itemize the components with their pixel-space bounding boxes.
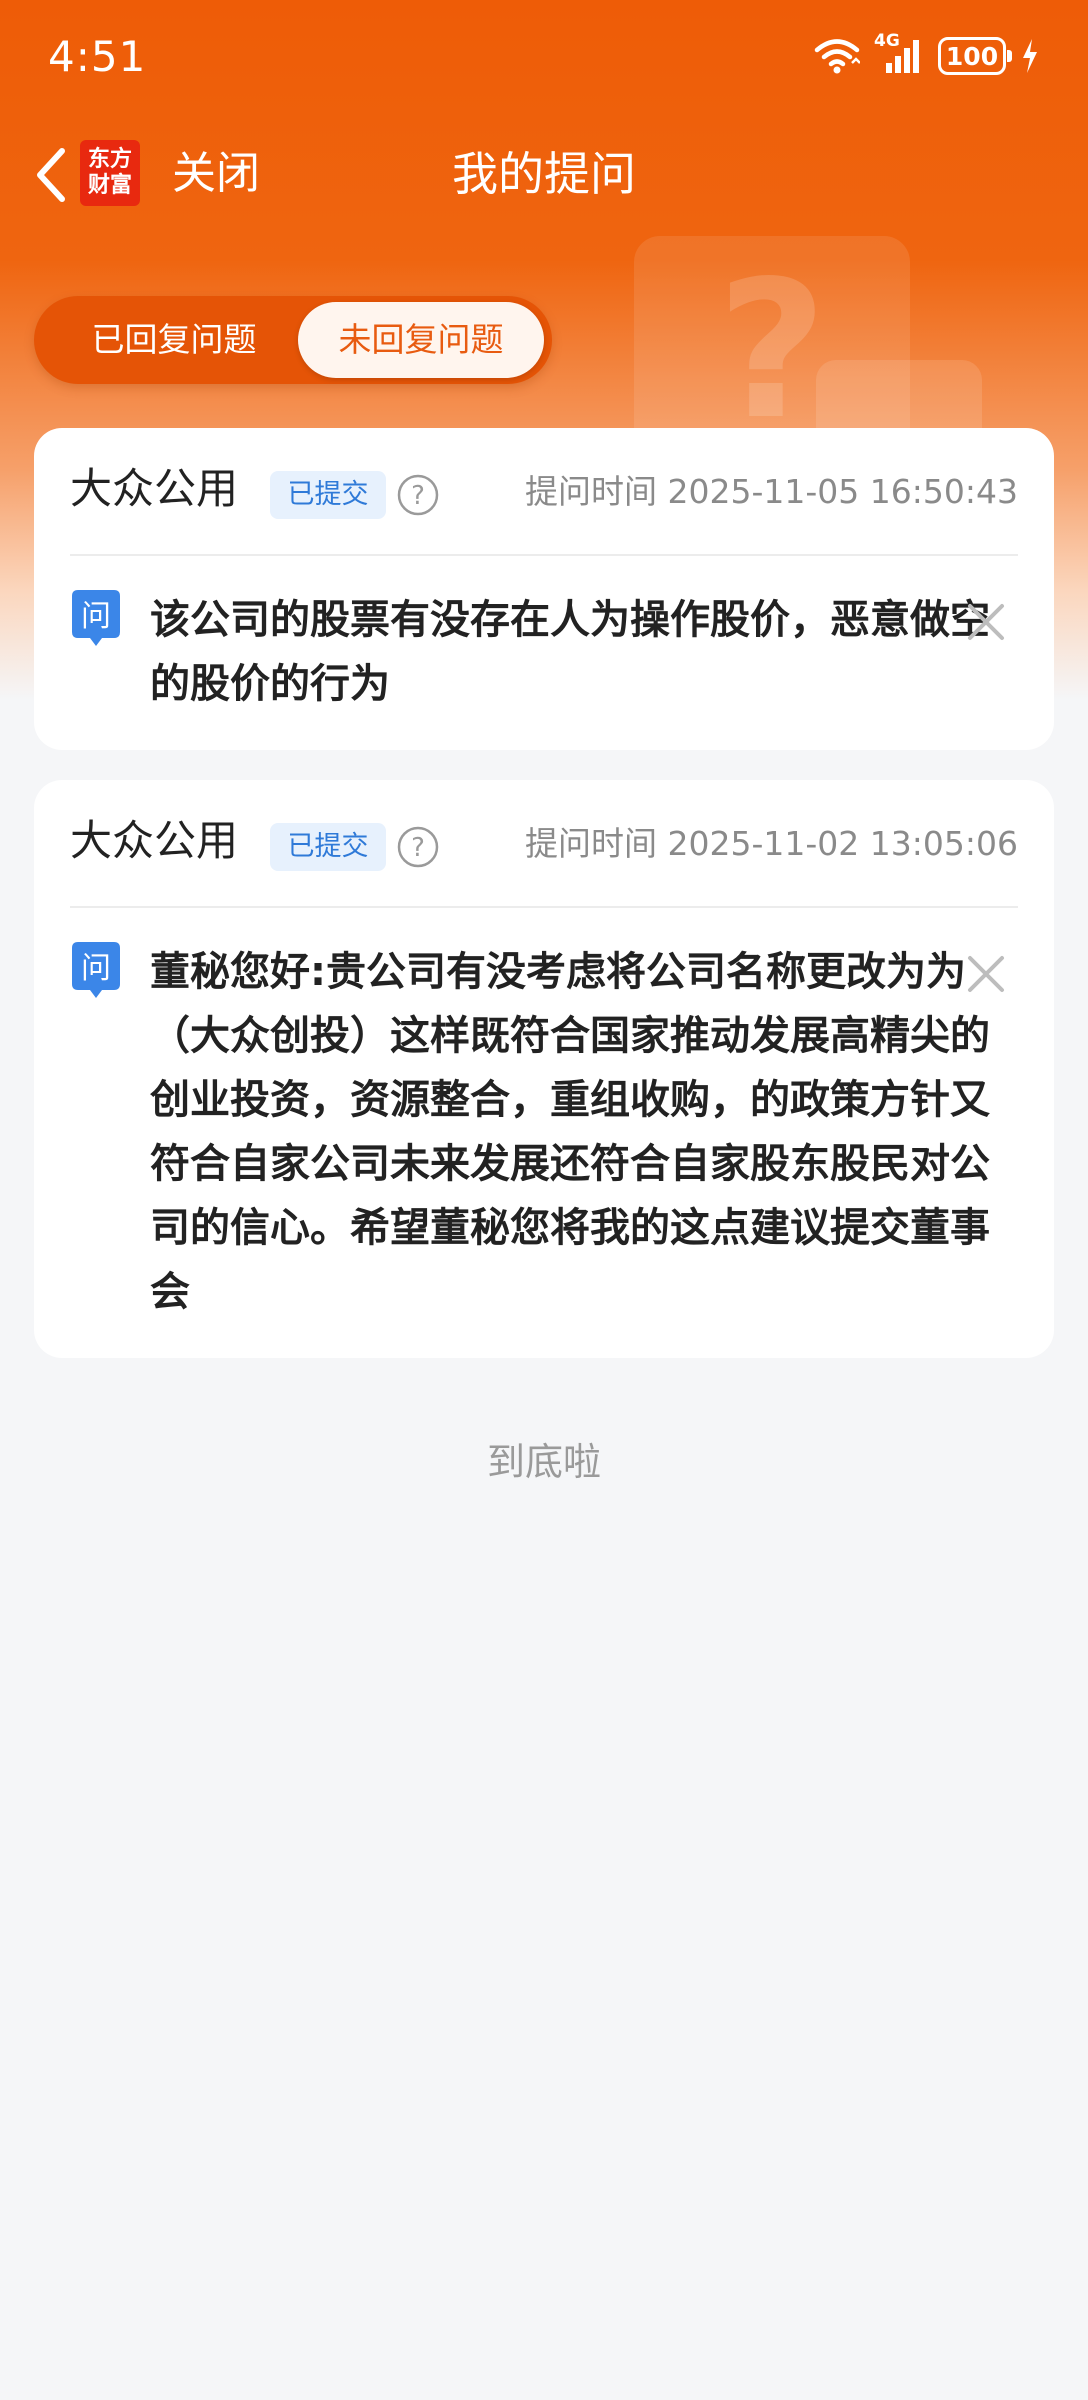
question-card[interactable]: 大众公用 已提交 ? 提问时间 2025-11-05 16:50:43 问 该公…: [34, 428, 1054, 750]
question-icon: 问: [72, 590, 120, 646]
ask-time: 提问时间 2025-11-05 16:50:43: [525, 472, 1018, 511]
divider: [70, 906, 1018, 908]
battery-icon: 100: [938, 37, 1012, 75]
company-name: 大众公用: [70, 816, 239, 865]
logo-text-line1: 东方: [87, 147, 132, 172]
close-icon[interactable]: [964, 952, 1008, 996]
status-icons: 4G 100: [814, 31, 1040, 78]
page-title: 我的提问: [452, 147, 636, 201]
signal-icon: 4G: [874, 31, 924, 75]
svg-text:?: ?: [717, 240, 827, 436]
question-mark-decoration-icon: ?: [634, 236, 982, 436]
close-button[interactable]: 关闭: [172, 144, 260, 204]
question-icon-label: 问: [81, 599, 111, 634]
question-icon-label: 问: [81, 951, 111, 986]
divider: [70, 554, 1018, 556]
my-questions-page: ? 4:51 4G 100 东方 财富 关闭 我的提问 已回复问题 未回复问题 …: [0, 0, 1088, 2400]
status-time: 4:51: [48, 32, 147, 81]
back-button[interactable]: [20, 142, 80, 208]
battery-level: 100: [945, 41, 999, 71]
status-bar: 4:51 4G 100: [0, 0, 1088, 110]
question-tabs: 已回复问题 未回复问题: [34, 296, 552, 384]
question-card-header: 大众公用 已提交 ? 提问时间 2025-11-05 16:50:43: [70, 450, 1018, 530]
status-badge: 已提交: [270, 471, 386, 519]
company-name: 大众公用: [70, 464, 239, 513]
close-icon[interactable]: [964, 600, 1008, 644]
help-icon[interactable]: ?: [396, 473, 440, 517]
app-logo: 东方 财富: [80, 140, 140, 206]
charging-icon: [1023, 39, 1037, 73]
status-badge: 已提交: [270, 823, 386, 871]
question-card-header: 大众公用 已提交 ? 提问时间 2025-11-02 13:05:06: [70, 802, 1018, 882]
wifi-icon: [814, 39, 860, 74]
nav-bar: 东方 财富 关闭 我的提问: [0, 120, 1088, 230]
tab-unanswered[interactable]: 未回复问题: [298, 302, 544, 378]
logo-text-line2: 财富: [87, 173, 132, 198]
end-of-list-text: 到底啦: [486, 1440, 601, 1484]
question-icon: 问: [72, 942, 120, 998]
tab-answered[interactable]: 已回复问题: [48, 302, 300, 378]
help-icon[interactable]: ?: [396, 825, 440, 869]
chevron-left-icon: [37, 148, 65, 202]
svg-text:?: ?: [411, 481, 425, 511]
question-card[interactable]: 大众公用 已提交 ? 提问时间 2025-11-02 13:05:06 问 董秘…: [34, 780, 1054, 1358]
question-text: 董秘您好:贵公司有没考虑将公司名称更改为为（大众创投）这样既符合国家推动发展高精…: [150, 949, 990, 1315]
ask-time: 提问时间 2025-11-02 13:05:06: [525, 824, 1018, 863]
question-text: 该公司的股票有没存在人为操作股价，恶意做空的股价的行为: [150, 597, 990, 707]
svg-text:?: ?: [411, 833, 425, 863]
